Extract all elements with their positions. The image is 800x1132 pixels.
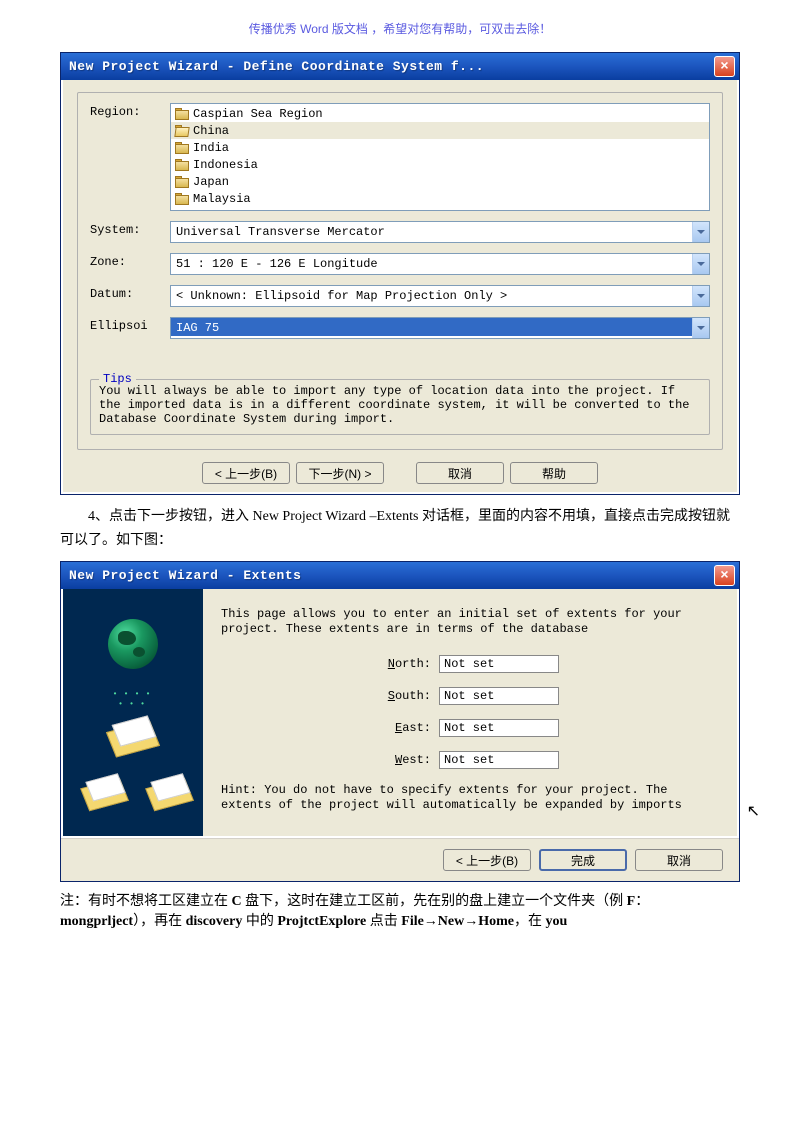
dialog-title: New Project Wizard - Extents: [69, 568, 301, 583]
wizard-description: This page allows you to enter an initial…: [221, 607, 719, 637]
close-icon[interactable]: ×: [714, 56, 735, 77]
datum-value: < Unknown: Ellipsoid for Map Projection …: [171, 286, 692, 304]
chevron-down-icon[interactable]: [692, 254, 709, 274]
titlebar[interactable]: New Project Wizard - Extents ×: [61, 562, 739, 589]
list-item[interactable]: Indonesia: [171, 156, 709, 173]
zone-dropdown[interactable]: 51 : 120 E - 126 E Longitude: [170, 253, 710, 275]
chevron-down-icon[interactable]: [692, 286, 709, 306]
system-label: System:: [90, 221, 170, 237]
folder-icon: [175, 108, 189, 119]
dialog-define-coordinate: New Project Wizard - Define Coordinate S…: [60, 52, 740, 495]
west-input[interactable]: [439, 751, 559, 769]
region-label: Region:: [90, 103, 170, 119]
list-item[interactable]: Malaysia: [171, 190, 709, 207]
zone-value: 51 : 120 E - 126 E Longitude: [171, 254, 692, 272]
cancel-button[interactable]: 取消: [416, 462, 504, 484]
chevron-down-icon[interactable]: [692, 318, 709, 338]
folder-icon: [175, 193, 189, 204]
system-dropdown[interactable]: Universal Transverse Mercator: [170, 221, 710, 243]
east-input[interactable]: [439, 719, 559, 737]
back-button[interactable]: < 上一步(B): [202, 462, 290, 484]
datum-label: Datum:: [90, 285, 170, 301]
folder-icon: [175, 159, 189, 170]
chevron-down-icon[interactable]: [692, 222, 709, 242]
east-label: East:: [381, 721, 431, 735]
tips-legend: Tips: [99, 372, 136, 386]
list-item[interactable]: Caspian Sea Region: [171, 105, 709, 122]
hint-text: Hint: You do not have to specify extents…: [221, 783, 719, 813]
list-item[interactable]: China: [171, 122, 709, 139]
folder-iso-icon: [80, 775, 121, 807]
titlebar[interactable]: New Project Wizard - Define Coordinate S…: [61, 53, 739, 80]
tips-box: Tips You will always be able to import a…: [90, 379, 710, 435]
region-listbox[interactable]: Caspian Sea Region China India Indonesia…: [170, 103, 710, 211]
dialog-extents: New Project Wizard - Extents × • • • •• …: [60, 561, 740, 882]
coord-frame: Region: Caspian Sea Region China India I…: [77, 92, 723, 450]
north-label: North:: [381, 657, 431, 671]
folder-icon: [175, 142, 189, 153]
ellipsoi-value: IAG 75: [171, 318, 692, 336]
help-button[interactable]: 帮助: [510, 462, 598, 484]
west-label: West:: [381, 753, 431, 767]
tips-text: You will always be able to import any ty…: [99, 384, 701, 426]
system-value: Universal Transverse Mercator: [171, 222, 692, 240]
south-input[interactable]: [439, 687, 559, 705]
back-button[interactable]: < 上一步(B): [443, 849, 531, 871]
folder-iso-icon: [106, 717, 161, 757]
folder-open-icon: [175, 125, 189, 136]
next-button[interactable]: 下一步(N) >: [296, 462, 384, 484]
folder-iso-icon: [145, 775, 186, 807]
header-note: 传播优秀 Word 版文档 ，希望对您有帮助，可双击去除！: [60, 20, 740, 37]
finish-button[interactable]: 完成: [539, 849, 627, 871]
datum-dropdown[interactable]: < Unknown: Ellipsoid for Map Projection …: [170, 285, 710, 307]
doc-paragraph-1: 4、点击下一步按钮，进入 New Project Wizard –Extents…: [60, 505, 740, 553]
zone-label: Zone:: [90, 253, 170, 269]
ellipsoi-dropdown[interactable]: IAG 75: [170, 317, 710, 339]
cursor-icon: ↖: [747, 801, 760, 821]
north-input[interactable]: [439, 655, 559, 673]
doc-note: 注：有时不想将工区建立在 C 盘下，这时在建立工区前，先在别的盘上建立一个文件夹…: [60, 892, 740, 932]
wizard-sidebar: • • • •• • •: [63, 589, 203, 836]
list-item[interactable]: India: [171, 139, 709, 156]
cancel-button[interactable]: 取消: [635, 849, 723, 871]
folder-icon: [175, 176, 189, 187]
ellipsoi-label: Ellipsoi: [90, 317, 170, 333]
dialog-title: New Project Wizard - Define Coordinate S…: [69, 59, 484, 74]
south-label: South:: [381, 689, 431, 703]
list-item[interactable]: Japan: [171, 173, 709, 190]
close-icon[interactable]: ×: [714, 565, 735, 586]
decorative-dots: • • • •• • •: [63, 689, 203, 709]
globe-icon: [108, 619, 158, 669]
